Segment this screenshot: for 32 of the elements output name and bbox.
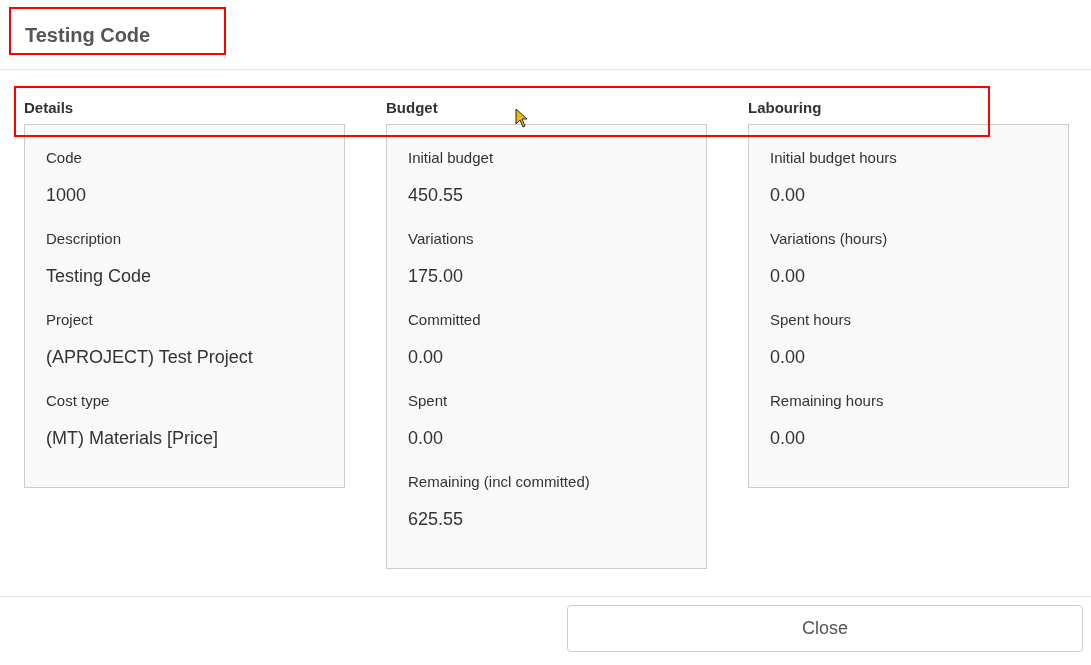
- field-label: Project: [46, 311, 94, 330]
- field-label: Variations: [408, 230, 475, 249]
- field-label: Initial budget hours: [770, 149, 898, 168]
- field-value: 625.55: [408, 509, 465, 530]
- section-title: Labouring: [748, 99, 822, 118]
- field-value: 0.00: [770, 266, 807, 287]
- field-value: Testing Code: [46, 266, 153, 287]
- field-label: Spent: [408, 392, 449, 411]
- field-label: Cost type: [46, 392, 111, 411]
- field-value: (APROJECT) Test Project: [46, 347, 254, 368]
- field-value: 0.00: [408, 347, 445, 368]
- field-label: Spent hours: [770, 311, 852, 330]
- dialog-title: Testing Code: [25, 24, 151, 47]
- field-label: Code: [46, 149, 83, 168]
- field-label: Committed: [408, 311, 482, 330]
- field-label: Description: [46, 230, 123, 249]
- field-value: 450.55: [408, 185, 465, 206]
- field-value: 0.00: [408, 428, 445, 449]
- field-value: 0.00: [770, 428, 807, 449]
- field-label: Variations (hours): [770, 230, 889, 249]
- field-label: Remaining hours: [770, 392, 885, 411]
- field-value: 0.00: [770, 347, 807, 368]
- field-value: 0.00: [770, 185, 807, 206]
- field-value: (MT) Materials [Price]: [46, 428, 219, 449]
- mouse-pointer-icon: [515, 108, 529, 128]
- section-title: Details: [24, 99, 74, 118]
- field-label: Initial budget: [408, 149, 495, 168]
- field-value: 1000: [46, 185, 88, 206]
- field-value: 175.00: [408, 266, 465, 287]
- section-title: Budget: [386, 99, 438, 118]
- field-label: Remaining (incl committed): [408, 473, 591, 492]
- close-button[interactable]: Close: [567, 605, 1083, 652]
